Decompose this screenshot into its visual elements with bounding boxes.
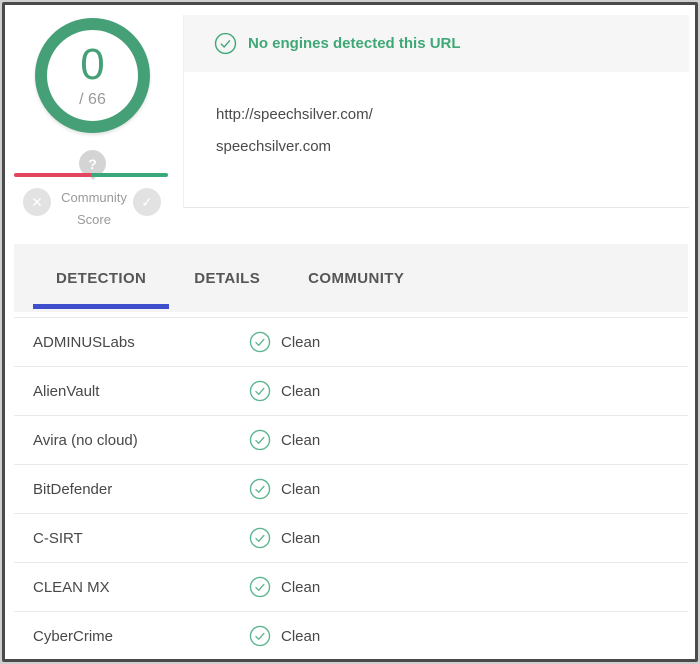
tab-detection[interactable]: DETECTION <box>32 244 170 312</box>
check-circle-icon <box>214 32 237 55</box>
tab-community[interactable]: COMMUNITY <box>284 244 428 312</box>
result-label: Clean <box>281 530 320 547</box>
result-label: Clean <box>281 481 320 498</box>
engine-name: Avira (no cloud) <box>14 432 249 449</box>
engine-name: BitDefender <box>14 481 249 498</box>
score-panel: 0 / 66 ? ✕ ✓ Community Score <box>5 5 183 245</box>
table-row: ADMINUSLabs Clean <box>14 318 688 367</box>
status-banner: No engines detected this URL <box>184 15 689 72</box>
community-score-label: Community Score <box>5 187 183 231</box>
clean-check-icon <box>249 625 271 647</box>
result-label: Clean <box>281 334 320 351</box>
clean-check-icon <box>249 576 271 598</box>
engine-name: ADMINUSLabs <box>14 334 249 351</box>
status-message: No engines detected this URL <box>248 35 461 52</box>
engine-result: Clean <box>249 429 320 451</box>
detection-score-value: 0 <box>80 43 104 87</box>
screenshot-frame: 0 / 66 ? ✕ ✓ Community Score <box>2 2 698 662</box>
engine-name: CLEAN MX <box>14 579 249 596</box>
engine-result: Clean <box>249 331 320 353</box>
engine-result: Clean <box>249 527 320 549</box>
tab-details[interactable]: DETAILS <box>170 244 284 312</box>
engine-result: Clean <box>249 380 320 402</box>
detections-table: ADMINUSLabs Clean AlienVault Clean Avira… <box>14 317 688 661</box>
table-row: CLEAN MX Clean <box>14 563 688 612</box>
clean-check-icon <box>249 527 271 549</box>
engine-name: CyberCrime <box>14 628 249 645</box>
engine-result: Clean <box>249 478 320 500</box>
table-row: Avira (no cloud) Clean <box>14 416 688 465</box>
scanned-domain: speechsilver.com <box>216 131 689 163</box>
result-label: Clean <box>281 383 320 400</box>
table-row: AlienVault Clean <box>14 367 688 416</box>
table-row: BitDefender Clean <box>14 465 688 514</box>
community-score-bar <box>14 173 168 177</box>
url-info: http://speechsilver.com/ speechsilver.co… <box>184 72 689 163</box>
virustotal-report-page: 0 / 66 ? ✕ ✓ Community Score <box>0 0 700 664</box>
clean-check-icon <box>249 429 271 451</box>
clean-check-icon <box>249 478 271 500</box>
clean-check-icon <box>249 331 271 353</box>
question-icon: ? <box>88 156 97 172</box>
engine-name: C-SIRT <box>14 530 249 547</box>
detection-score-total: / 66 <box>79 91 106 109</box>
result-label: Clean <box>281 432 320 449</box>
engine-result: Clean <box>249 576 320 598</box>
engine-name: AlienVault <box>14 383 249 400</box>
tab-bar: DETECTION DETAILS COMMUNITY <box>14 244 688 312</box>
clean-check-icon <box>249 380 271 402</box>
table-row: C-SIRT Clean <box>14 514 688 563</box>
detection-score-gauge: 0 / 66 <box>35 18 150 133</box>
scan-summary-card: No engines detected this URL http://spee… <box>183 15 689 208</box>
engine-result: Clean <box>249 625 320 647</box>
result-label: Clean <box>281 628 320 645</box>
scanned-url: http://speechsilver.com/ <box>216 99 689 131</box>
result-label: Clean <box>281 579 320 596</box>
table-row: CyberCrime Clean <box>14 612 688 661</box>
